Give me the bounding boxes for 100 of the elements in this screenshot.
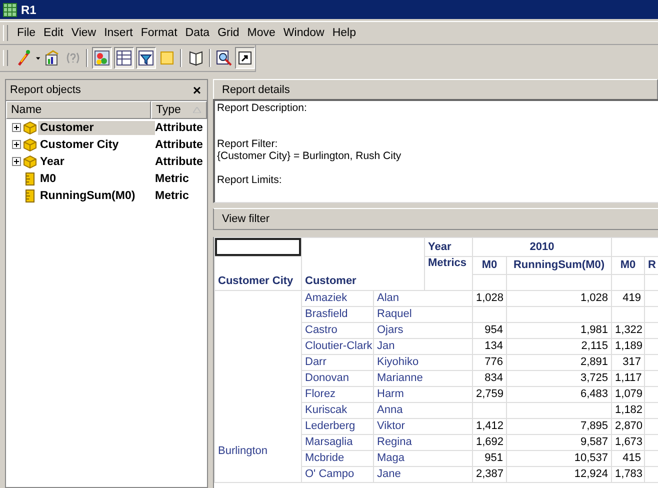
table-cell: Regina xyxy=(377,436,412,448)
view-filter-bar[interactable]: View filter xyxy=(222,213,270,225)
table-cell: 776 xyxy=(484,356,503,368)
table-cell: Harm xyxy=(377,388,404,400)
object-name[interactable]: Customer xyxy=(38,120,155,134)
object-type: Attribute xyxy=(155,138,203,150)
sort-icon xyxy=(193,107,201,113)
table-cell: 1,412 xyxy=(476,420,504,432)
table-cell: Brasfield xyxy=(305,308,348,320)
object-name[interactable]: M0 xyxy=(38,172,155,186)
column-header: M0 xyxy=(482,259,498,271)
close-icon[interactable]: × xyxy=(192,82,201,98)
row-header: Customer City xyxy=(218,275,294,287)
table-cell: 1,189 xyxy=(615,340,643,352)
object-type: Metric xyxy=(155,190,189,202)
detail-label: Report Filter: xyxy=(217,138,279,150)
menu-item[interactable]: Grid xyxy=(214,27,244,39)
table-cell: Florez xyxy=(305,388,336,400)
table-cell: 1,028 xyxy=(580,292,608,304)
table-cell: Amaziek xyxy=(305,292,348,304)
menu-item[interactable]: Format xyxy=(136,27,182,39)
cube-icon xyxy=(23,120,37,134)
menu-item[interactable]: Help xyxy=(328,27,360,39)
grid-graph-icon[interactable] xyxy=(92,47,112,69)
cube-icon xyxy=(23,154,37,168)
table-cell: 6,483 xyxy=(580,388,608,400)
grid-icon xyxy=(3,2,17,16)
menu-item[interactable]: Window xyxy=(279,27,328,39)
table-icon[interactable] xyxy=(114,47,134,69)
table-cell: 1,783 xyxy=(615,468,643,480)
table-cell: Cloutier-Clark xyxy=(305,340,372,352)
window-title: R1 xyxy=(21,2,36,16)
table-cell: Darr xyxy=(305,356,326,368)
table-cell: 1,079 xyxy=(615,388,643,400)
table-cell: 1,117 xyxy=(615,372,642,384)
table-cell: 7,895 xyxy=(580,420,608,432)
shortcut-icon[interactable] xyxy=(235,47,256,69)
ruler-icon xyxy=(23,188,37,202)
caret-icon[interactable] xyxy=(36,56,40,60)
table-cell: 1,028 xyxy=(476,292,504,304)
object-type: Attribute xyxy=(155,156,203,168)
table-cell: 954 xyxy=(484,324,503,336)
expand-icon[interactable] xyxy=(12,157,21,166)
table-cell: 2,387 xyxy=(476,468,504,480)
table-cell: Jane xyxy=(377,468,401,480)
object-name[interactable]: Year xyxy=(38,154,155,168)
column-header[interactable]: Type xyxy=(151,101,207,119)
object-type: Metric xyxy=(155,172,189,184)
table-cell: 317 xyxy=(622,356,642,368)
table-cell: O' Campo xyxy=(305,468,354,480)
table-cell: Alan xyxy=(377,292,400,304)
expand-icon[interactable] xyxy=(12,140,21,149)
table-cell: Viktor xyxy=(377,420,405,432)
table-cell: 2,759 xyxy=(476,388,504,400)
table-cell: 419 xyxy=(622,292,642,304)
table-cell: 2,115 xyxy=(581,340,608,352)
menu-item[interactable]: Data xyxy=(181,27,214,39)
menu-item[interactable]: Insert xyxy=(100,27,137,39)
column-header: 2010 xyxy=(530,240,554,252)
filter-icon[interactable] xyxy=(136,47,156,69)
column-header: Year xyxy=(428,240,452,252)
table-cell: Mcbride xyxy=(305,452,344,464)
column-header: RunningSum(M0) xyxy=(513,259,605,271)
detail-text: {Customer City} = Burlington, Rush City xyxy=(217,150,402,162)
object-type: Attribute xyxy=(155,122,203,134)
cube-icon xyxy=(23,138,37,152)
object-name[interactable]: Customer City xyxy=(38,138,155,152)
column-header: Metrics xyxy=(428,258,467,269)
expand-icon[interactable] xyxy=(12,123,21,132)
table-cell: 2,870 xyxy=(615,420,643,432)
table-cell: 1,673 xyxy=(615,436,643,448)
table-cell: Raquel xyxy=(377,308,412,320)
table-cell: Ojars xyxy=(377,324,404,336)
menu-item[interactable]: Move xyxy=(243,27,280,39)
table-cell: Anna xyxy=(377,404,403,416)
row-header: Customer xyxy=(305,275,356,287)
table-cell: 12,924 xyxy=(574,468,608,480)
table-cell: 834 xyxy=(484,372,503,384)
menu-item[interactable]: File xyxy=(13,27,40,39)
table-cell: Lederberg xyxy=(305,420,356,432)
menu-item[interactable]: View xyxy=(67,27,100,39)
table-cell: 1,322 xyxy=(615,324,643,336)
table-cell: Marianne xyxy=(377,372,423,384)
column-header: R xyxy=(648,259,656,271)
selected-cell[interactable] xyxy=(216,238,300,256)
table-cell: Kuriscak xyxy=(305,404,348,416)
panel-title: Report details xyxy=(222,84,290,96)
table-cell: Marsaglia xyxy=(305,436,353,448)
object-name[interactable]: RunningSum(M0) xyxy=(38,188,155,202)
table-cell: Donovan xyxy=(305,372,350,384)
menu-item[interactable]: Edit xyxy=(40,27,68,39)
column-header[interactable]: Name xyxy=(6,101,151,119)
table-cell: 1,981 xyxy=(580,324,608,336)
table-cell: Maga xyxy=(377,452,405,464)
detail-label: Report Description: xyxy=(217,102,308,114)
table-cell: 3,725 xyxy=(580,372,608,384)
detail-label: Report Limits: xyxy=(217,174,283,186)
table-cell: 1,182 xyxy=(615,404,643,416)
panel-title: Report objects xyxy=(10,84,81,96)
table-cell: Jan xyxy=(377,340,395,352)
